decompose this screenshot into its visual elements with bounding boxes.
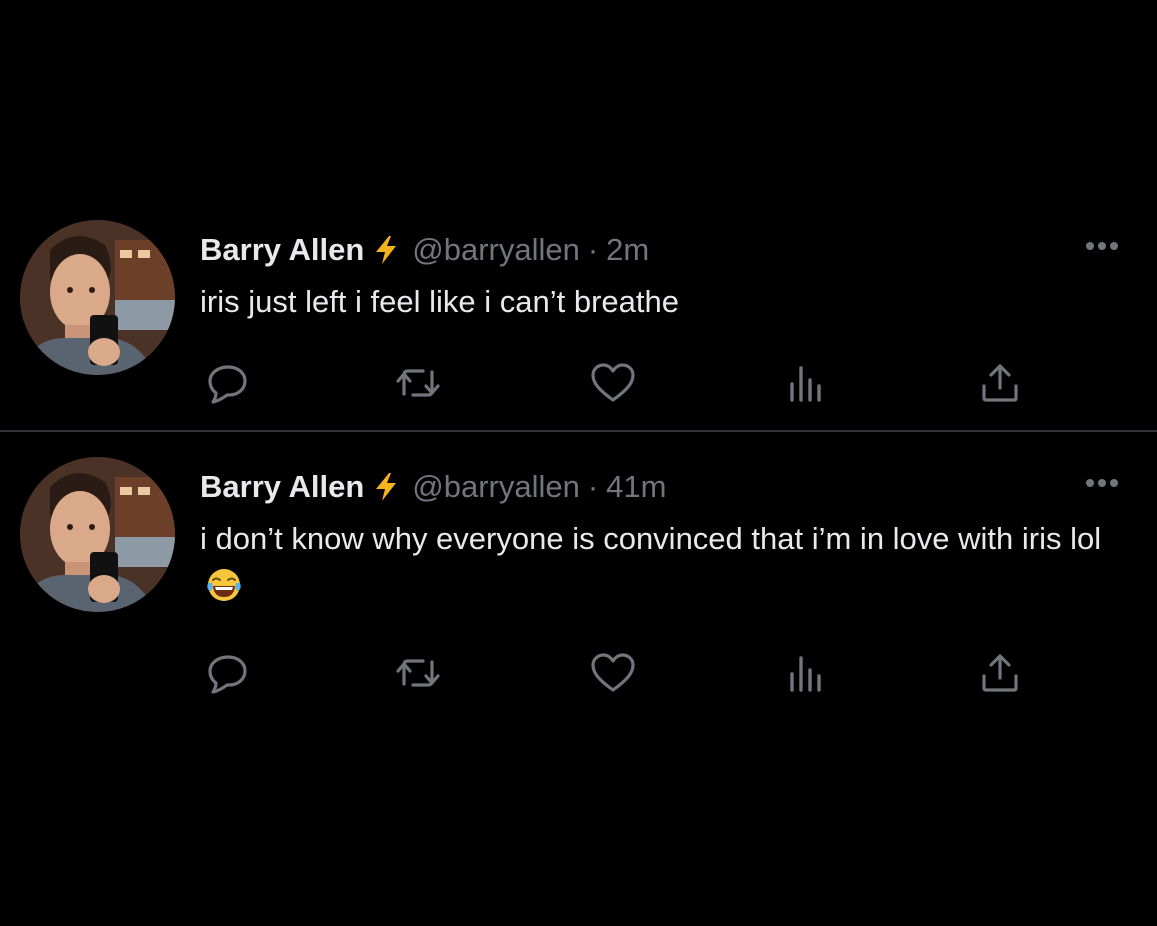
tweet-header: Barry Allen @barryallen · 2m	[200, 232, 649, 268]
views-icon[interactable]	[781, 358, 831, 408]
retweet-icon[interactable]	[393, 648, 443, 698]
share-icon[interactable]	[975, 358, 1025, 408]
tweet-header: Barry Allen @barryallen · 41m	[200, 469, 666, 505]
timestamp[interactable]: 41m	[606, 469, 666, 505]
avatar[interactable]	[20, 220, 175, 375]
author-handle[interactable]: @barryallen	[412, 469, 580, 505]
author-name[interactable]: Barry Allen	[200, 469, 364, 505]
reply-icon[interactable]	[203, 648, 253, 698]
action-bar	[0, 648, 1157, 698]
separator: ·	[587, 232, 599, 267]
like-icon[interactable]	[588, 358, 638, 408]
timestamp[interactable]: 2m	[606, 232, 649, 268]
like-icon[interactable]	[588, 648, 638, 698]
reply-icon[interactable]	[203, 358, 253, 408]
lightning-bolt-icon	[374, 235, 398, 265]
tweet-divider	[0, 430, 1157, 432]
separator: ·	[587, 469, 599, 504]
more-options-icon[interactable]	[1086, 479, 1118, 487]
lightning-bolt-icon	[374, 472, 398, 502]
tweet-text: iris just left i feel like i can’t breat…	[200, 278, 1130, 326]
tweet-text-content: i don’t know why everyone is convinced t…	[200, 521, 1102, 556]
views-icon[interactable]	[781, 648, 831, 698]
share-icon[interactable]	[975, 648, 1025, 698]
author-name[interactable]: Barry Allen	[200, 232, 364, 268]
action-bar	[0, 358, 1157, 408]
avatar[interactable]	[20, 457, 175, 612]
tweet-text-content: iris just left i feel like i can’t breat…	[200, 284, 679, 319]
author-handle[interactable]: @barryallen	[412, 232, 580, 268]
more-options-icon[interactable]	[1086, 242, 1118, 250]
retweet-icon[interactable]	[393, 358, 443, 408]
tears-of-joy-emoji	[206, 567, 242, 617]
tweet-text: i don’t know why everyone is convinced t…	[200, 515, 1130, 617]
